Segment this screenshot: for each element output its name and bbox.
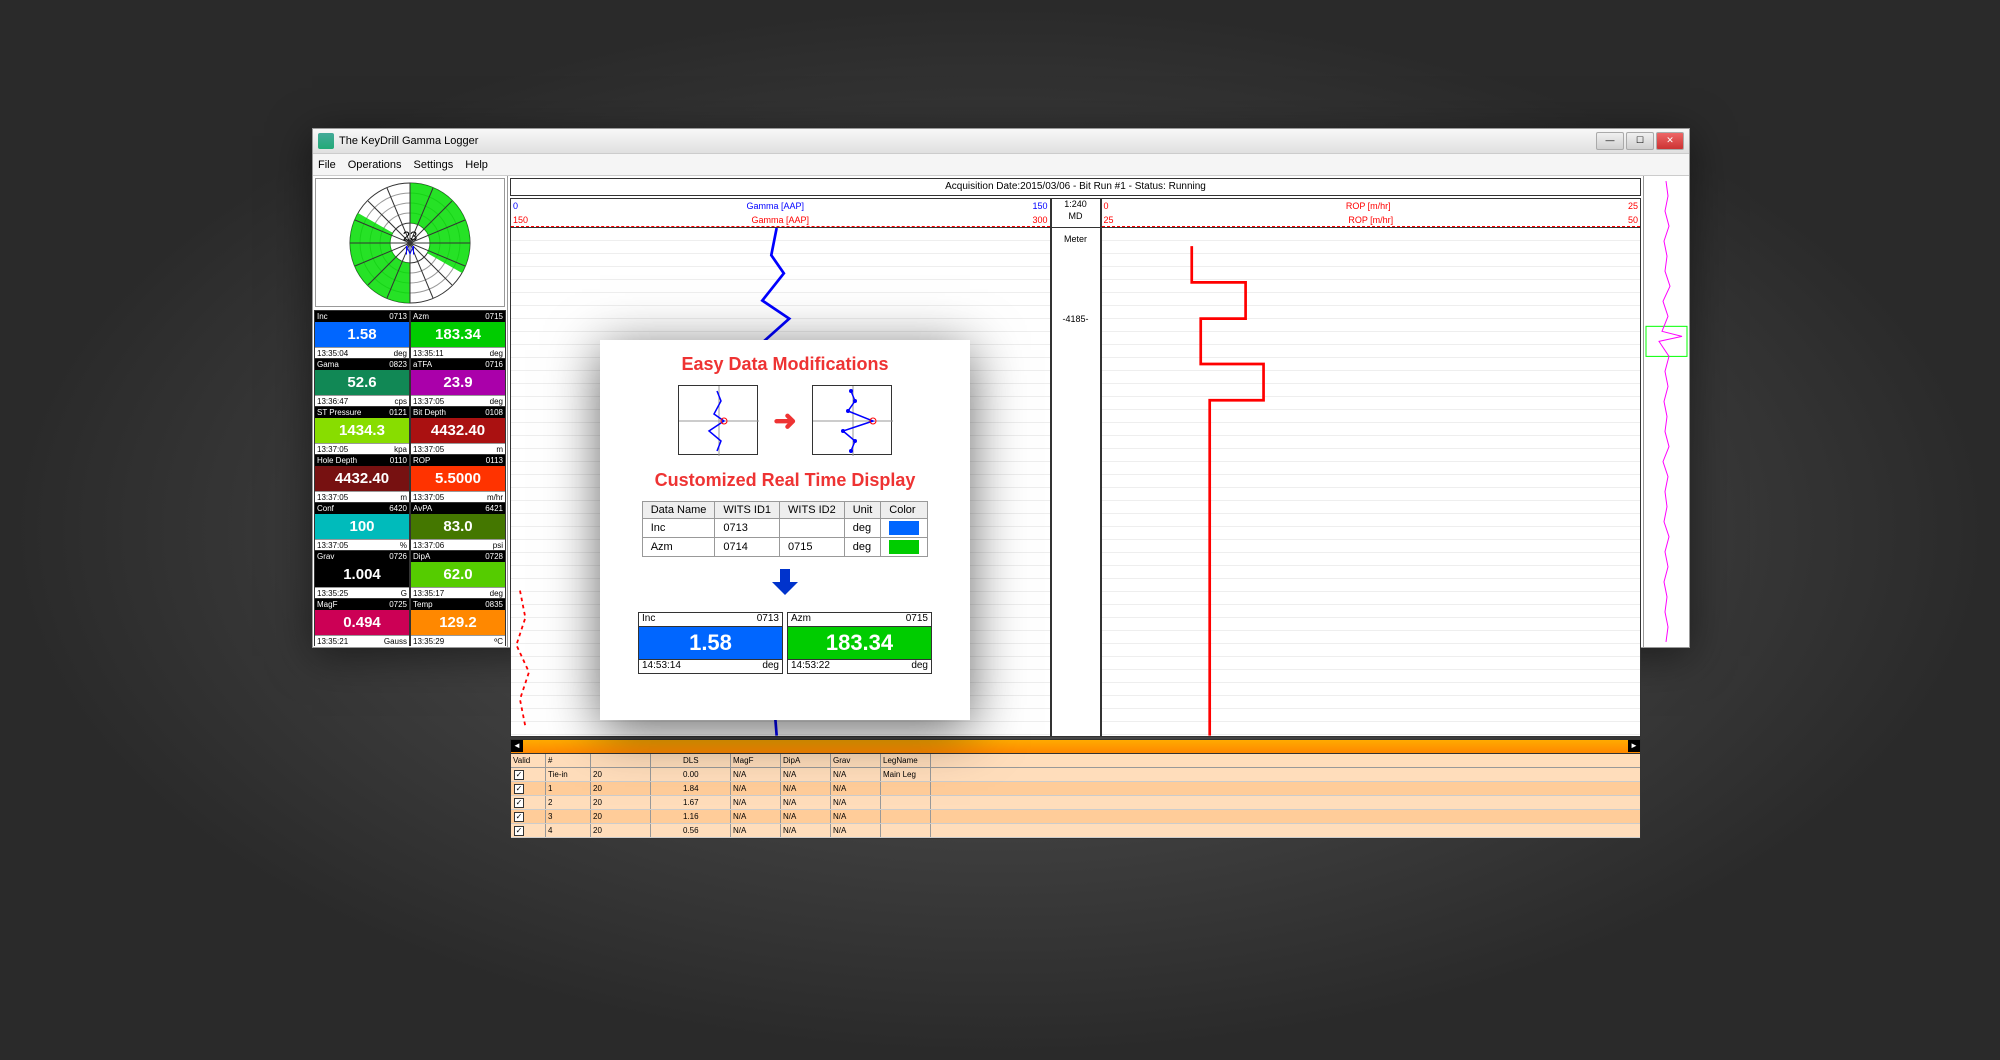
before-chart [678,385,758,455]
tile-atfa[interactable]: aTFA071623.913:37:05deg [410,358,506,406]
tile-azm[interactable]: Azm0715183.3413:35:11deg [410,310,506,358]
tile-grav[interactable]: Grav07261.00413:35:25G [314,550,410,598]
preview-tile-inc: Inc07131.5814:53:14deg [638,612,783,674]
rop-track[interactable] [1101,228,1642,737]
app-icon [318,133,334,149]
overlay-title1: Easy Data Modifications [614,354,956,375]
survey-table-panel: ◄ Valid#Tie-in20120220320420 ► DLSMagFDi… [510,739,1641,839]
close-button[interactable]: ✕ [1656,132,1684,150]
track1-header[interactable]: 0Gamma [AAP]150 150Gamma [AAP]300 [510,198,1051,228]
track2-header[interactable]: 0ROP [m/hr]25 25ROP [m/hr]50 [1101,198,1642,228]
menu-settings[interactable]: Settings [414,159,454,171]
minimize-button[interactable]: — [1596,132,1624,150]
preview-tiles: Inc07131.5814:53:14degAzm0715183.3414:53… [614,612,956,674]
tile-gama[interactable]: Gama082352.613:36:47cps [314,358,410,406]
after-chart [812,385,892,455]
tile-inc[interactable]: Inc07131.5813:35:04deg [314,310,410,358]
tile-st pressure[interactable]: ST Pressure01211434.313:37:05kpa [314,406,410,454]
window-title: The KeyDrill Gamma Logger [339,135,478,147]
arrow-down-icon [614,567,956,602]
overlay-title2: Customized Real Time Display [614,470,956,491]
tile-hole depth[interactable]: Hole Depth01104432.4013:37:05m [314,454,410,502]
gauge-unit: M [403,243,417,257]
preview-tile-azm: Azm0715183.3414:53:22deg [787,612,932,674]
depth-track[interactable]: Meter -4185- [1051,228,1101,737]
tile-temp[interactable]: Temp0835129.213:35:29ºC [410,598,506,646]
titlebar[interactable]: The KeyDrill Gamma Logger — ☐ ✕ [313,129,1689,154]
right-sidebar-track[interactable] [1644,176,1689,647]
scroll-right-icon[interactable]: ► [1628,740,1640,752]
tile-magf[interactable]: MagF07250.49413:35:21Gauss [314,598,410,646]
maximize-button[interactable]: ☐ [1626,132,1654,150]
scale-header[interactable]: 1:240 MD [1051,198,1101,228]
scroll-left-icon[interactable]: ◄ [511,740,523,752]
arrow-right-icon: ➜ [773,404,796,437]
menu-help[interactable]: Help [465,159,488,171]
main-window: The KeyDrill Gamma Logger — ☐ ✕ File Ope… [312,128,1690,648]
toolface-gauge[interactable]: 23M [315,178,505,307]
tile-bit depth[interactable]: Bit Depth01084432.4013:37:05m [410,406,506,454]
menubar: File Operations Settings Help [313,154,1689,176]
acquisition-status: Acquisition Date:2015/03/06 - Bit Run #1… [510,178,1641,196]
tile-dipa[interactable]: DipA072862.013:35:17deg [410,550,506,598]
gauge-value: 23 [403,228,417,243]
tile-avpa[interactable]: AvPA642183.013:37:06psi [410,502,506,550]
tile-conf[interactable]: Conf642010013:37:05% [314,502,410,550]
menu-file[interactable]: File [318,159,336,171]
menu-operations[interactable]: Operations [348,159,402,171]
left-panel: 23M Inc07131.5813:35:04degAzm0715183.341… [313,176,508,647]
config-table[interactable]: Data NameWITS ID1WITS ID2UnitColor Inc07… [642,501,929,557]
data-tiles: Inc07131.5813:35:04degAzm0715183.3413:35… [313,309,507,647]
tile-rop[interactable]: ROP01135.500013:37:05m/hr [410,454,506,502]
promo-overlay: Easy Data Modifications ➜ Customized Rea… [600,340,970,720]
